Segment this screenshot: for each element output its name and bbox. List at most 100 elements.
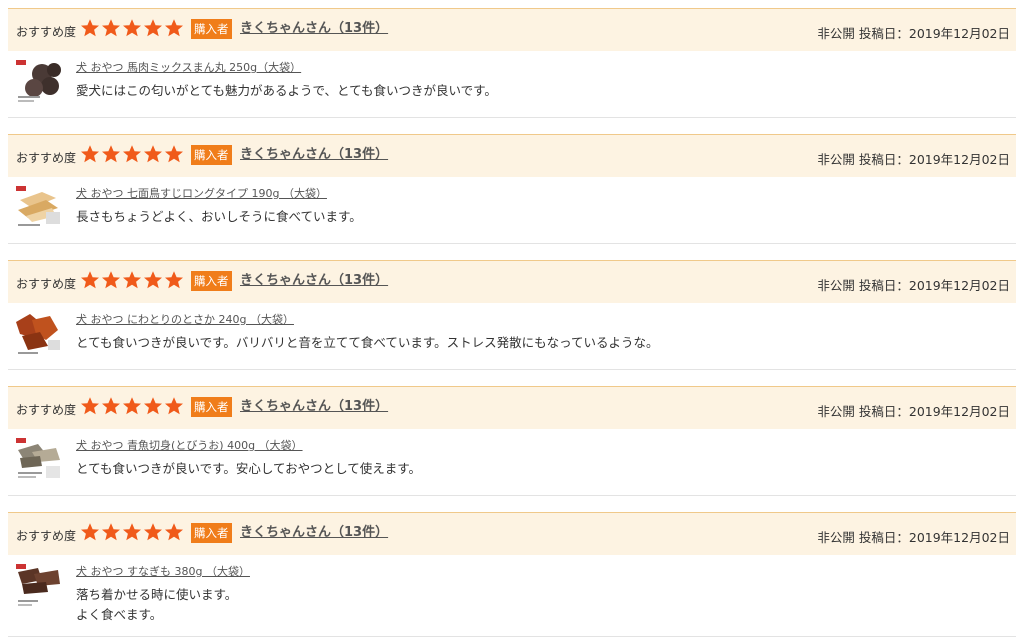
buyer-badge: 購入者 — [191, 145, 232, 165]
star-icon — [102, 19, 120, 37]
review-header: おすすめ度 購入者 きくちゃんさん（13件） 非公開 投稿日：2019年12月02日 — [8, 260, 1016, 303]
post-meta: 非公開 投稿日：2019年12月02日 — [817, 149, 1010, 168]
posted-label: 投稿日： — [858, 278, 909, 293]
product-thumbnail[interactable] — [12, 438, 64, 482]
turkey-tendon-sticks-icon — [12, 186, 64, 230]
divider — [8, 243, 1016, 244]
reviewer-link[interactable]: きくちゃんさん（13件） — [240, 521, 388, 540]
product-thumbnail[interactable] — [12, 186, 64, 230]
star-icon — [123, 271, 141, 289]
star-icon — [144, 271, 162, 289]
divider — [8, 117, 1016, 118]
recommend-label: おすすめ度 — [16, 529, 77, 543]
reviewer-link[interactable]: きくちゃんさん（13件） — [240, 143, 388, 162]
review-item: おすすめ度 購入者 きくちゃんさん（13件） 非公開 投稿日：2019年12月02日犬… — [8, 386, 1016, 512]
post-meta: 非公開 投稿日：2019年12月02日 — [817, 23, 1010, 42]
flying-fish-fillet-icon — [12, 438, 64, 482]
buyer-badge: 購入者 — [191, 271, 232, 291]
recommend-label: おすすめ度 — [16, 151, 77, 165]
visibility-label: 非公開 — [817, 404, 855, 419]
chicken-comb-treats-icon — [12, 312, 64, 356]
review-header: おすすめ度 購入者 きくちゃんさん（13件） 非公開 投稿日：2019年12月02日 — [8, 134, 1016, 177]
product-thumbnail[interactable] — [12, 564, 64, 608]
product-link[interactable]: 犬 おやつ 馬肉ミックスまん丸 250g（大袋） — [76, 59, 301, 75]
review-comment: 落ち着かせる時に使います。 よく食べます。 — [76, 585, 237, 625]
star-icon — [102, 523, 120, 541]
reviewer-link[interactable]: きくちゃんさん（13件） — [240, 17, 388, 36]
comment-line: よく食べます。 — [76, 607, 163, 622]
review-header: おすすめ度 購入者 きくちゃんさん（13件） 非公開 投稿日：2019年12月02日 — [8, 512, 1016, 555]
post-date: 2019年12月02日 — [908, 530, 1010, 545]
product-thumbnail[interactable] — [12, 312, 64, 356]
rating-stars — [80, 270, 185, 292]
posted-label: 投稿日： — [858, 404, 909, 419]
star-icon — [144, 145, 162, 163]
gizzard-treats-icon — [12, 564, 64, 608]
dark-round-treats-icon — [12, 60, 64, 104]
review-header: おすすめ度 購入者 きくちゃんさん（13件） 非公開 投稿日：2019年12月02日 — [8, 8, 1016, 51]
comment-line: 長さもちょうどよく、おいしそうに食べています。 — [76, 209, 362, 224]
product-link[interactable]: 犬 おやつ すなぎも 380g （大袋） — [76, 563, 250, 579]
post-date: 2019年12月02日 — [908, 278, 1010, 293]
star-icon — [165, 523, 183, 541]
post-meta: 非公開 投稿日：2019年12月02日 — [817, 527, 1010, 546]
post-date: 2019年12月02日 — [908, 152, 1010, 167]
review-item: おすすめ度 購入者 きくちゃんさん（13件） 非公開 投稿日：2019年12月02日犬… — [8, 134, 1016, 260]
star-icon — [102, 271, 120, 289]
star-icon — [144, 397, 162, 415]
product-thumbnail[interactable] — [12, 60, 64, 104]
rating-stars — [80, 144, 185, 166]
comment-line: とても食いつきが良いです。バリバリと音を立てて食べています。ストレス発散にもなっ… — [76, 335, 659, 350]
posted-label: 投稿日： — [858, 152, 909, 167]
star-icon — [81, 145, 99, 163]
review-header: おすすめ度 購入者 きくちゃんさん（13件） 非公開 投稿日：2019年12月02日 — [8, 386, 1016, 429]
review-comment: 長さもちょうどよく、おいしそうに食べています。 — [76, 207, 362, 227]
post-meta: 非公開 投稿日：2019年12月02日 — [817, 401, 1010, 420]
visibility-label: 非公開 — [817, 278, 855, 293]
buyer-badge: 購入者 — [191, 19, 232, 39]
post-date: 2019年12月02日 — [908, 404, 1010, 419]
star-icon — [102, 145, 120, 163]
product-link[interactable]: 犬 おやつ 青魚切身(とびうお) 400g （大袋） — [76, 437, 303, 453]
visibility-label: 非公開 — [817, 530, 855, 545]
star-icon — [165, 397, 183, 415]
divider — [8, 369, 1016, 370]
star-icon — [81, 271, 99, 289]
rating-stars — [80, 396, 185, 418]
divider — [8, 636, 1016, 637]
recommend-label: おすすめ度 — [16, 25, 77, 39]
star-icon — [81, 523, 99, 541]
review-comment: とても食いつきが良いです。バリバリと音を立てて食べています。ストレス発散にもなっ… — [76, 333, 659, 353]
comment-line: とても食いつきが良いです。安心しておやつとして使えます。 — [76, 461, 422, 476]
rating-stars — [80, 522, 185, 544]
review-item: おすすめ度 購入者 きくちゃんさん（13件） 非公開 投稿日：2019年12月02日犬… — [8, 260, 1016, 386]
star-icon — [81, 397, 99, 415]
review-comment: 愛犬にはこの匂いがとても魅力があるようで、とても食いつきが良いです。 — [76, 81, 497, 101]
visibility-label: 非公開 — [817, 26, 855, 41]
star-icon — [123, 397, 141, 415]
star-icon — [165, 145, 183, 163]
star-icon — [123, 523, 141, 541]
recommend-label: おすすめ度 — [16, 403, 77, 417]
buyer-badge: 購入者 — [191, 397, 232, 417]
star-icon — [165, 271, 183, 289]
star-icon — [144, 19, 162, 37]
review-item: おすすめ度 購入者 きくちゃんさん（13件） 非公開 投稿日：2019年12月02日犬… — [8, 512, 1016, 638]
rating-stars — [80, 18, 185, 40]
product-link[interactable]: 犬 おやつ にわとりのとさか 240g （大袋） — [76, 311, 294, 327]
star-icon — [102, 397, 120, 415]
comment-line: 落ち着かせる時に使います。 — [76, 587, 238, 602]
divider — [8, 495, 1016, 496]
star-icon — [123, 19, 141, 37]
comment-line: 愛犬にはこの匂いがとても魅力があるようで、とても食いつきが良いです。 — [76, 83, 497, 98]
reviewer-link[interactable]: きくちゃんさん（13件） — [240, 269, 388, 288]
star-icon — [144, 523, 162, 541]
post-meta: 非公開 投稿日：2019年12月02日 — [817, 275, 1010, 294]
product-link[interactable]: 犬 おやつ 七面鳥すじロングタイプ 190g （大袋） — [76, 185, 327, 201]
buyer-badge: 購入者 — [191, 523, 232, 543]
reviewer-link[interactable]: きくちゃんさん（13件） — [240, 395, 388, 414]
review-item: おすすめ度 購入者 きくちゃんさん（13件） 非公開 投稿日：2019年12月02日犬… — [8, 8, 1016, 134]
visibility-label: 非公開 — [817, 152, 855, 167]
star-icon — [165, 19, 183, 37]
star-icon — [123, 145, 141, 163]
